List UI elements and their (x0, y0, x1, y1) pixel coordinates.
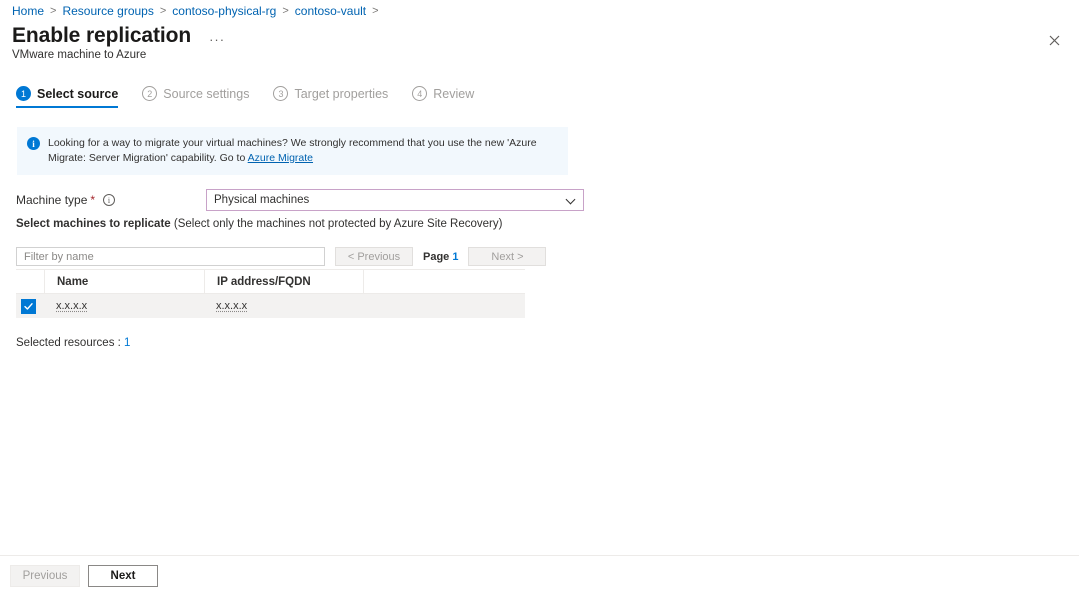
row-checkbox-cell[interactable] (16, 298, 44, 314)
tab-select-source[interactable]: 1 Select source (16, 86, 119, 108)
chevron-down-icon (566, 195, 576, 205)
select-machines-heading-note: (Select only the machines not protected … (170, 218, 503, 230)
machine-type-selected-value: Physical machines (214, 194, 310, 206)
breadcrumb-separator: > (372, 5, 379, 17)
step-label: Source settings (163, 86, 250, 101)
close-icon[interactable] (1041, 27, 1067, 53)
page-title-row: Enable replication ··· (12, 22, 225, 50)
table-header-extra (363, 270, 525, 293)
azure-migrate-link[interactable]: Azure Migrate (248, 152, 313, 164)
table-row[interactable]: x.x.x.x x.x.x.x (16, 294, 525, 318)
table-header-checkbox (16, 270, 44, 293)
table-header-name: Name (44, 270, 204, 293)
step-label: Target properties (294, 86, 389, 101)
machine-type-row: Machine type * i Physical machines (16, 189, 586, 211)
page-indicator-label: Page (423, 250, 450, 263)
info-circle-icon[interactable]: i (103, 194, 116, 206)
selected-resources-count: 1 (124, 337, 131, 349)
required-marker: * (90, 193, 96, 207)
table-header-row: Name IP address/FQDN (16, 270, 525, 294)
machine-type-label-group: Machine type * i (16, 193, 206, 207)
info-icon: i (27, 137, 40, 150)
page-subtitle: VMware machine to Azure (12, 49, 147, 61)
row-name-value: x.x.x.x (56, 300, 88, 312)
filter-and-paging-row: < Previous Page 1 Next > (16, 247, 547, 266)
breadcrumb-item-contoso-physical-rg[interactable]: contoso-physical-rg (172, 3, 276, 19)
page-title: Enable replication (12, 24, 192, 47)
row-ip-cell: x.x.x.x (204, 300, 363, 312)
tab-review[interactable]: 4 Review (412, 86, 474, 108)
breadcrumb-item-resource-groups[interactable]: Resource groups (62, 3, 153, 19)
row-name-cell: x.x.x.x (44, 300, 204, 312)
next-button[interactable]: Next (88, 565, 158, 587)
step-number-badge: 2 (142, 86, 158, 101)
previous-button[interactable]: Previous (10, 565, 80, 587)
step-label: Review (433, 86, 475, 101)
machines-table: Name IP address/FQDN x.x.x.x x.x.x.x (16, 269, 525, 318)
row-ip-value: x.x.x.x (216, 300, 248, 312)
select-machines-heading-bold: Select machines to replicate (16, 218, 171, 230)
selected-resources-summary: Selected resources : 1 (16, 337, 130, 349)
step-number-badge: 4 (412, 86, 428, 101)
wizard-steps: 1 Select source 2 Source settings 3 Targ… (16, 86, 498, 108)
tab-target-properties[interactable]: 3 Target properties (273, 86, 388, 108)
step-number-badge: 1 (16, 86, 31, 101)
select-machines-heading: Select machines to replicate (Select onl… (16, 218, 502, 230)
step-number-badge: 3 (273, 86, 289, 101)
step-label: Select source (37, 86, 119, 101)
page-indicator: Page 1 (423, 251, 458, 263)
breadcrumb-separator: > (159, 5, 167, 17)
table-header-ip-fqdn: IP address/FQDN (204, 270, 363, 293)
info-banner: i Looking for a way to migrate your virt… (17, 127, 568, 175)
tab-source-settings[interactable]: 2 Source settings (142, 86, 249, 108)
machine-type-select[interactable]: Physical machines (206, 189, 584, 211)
filter-by-name-input[interactable] (16, 247, 325, 266)
next-page-button[interactable]: Next > (468, 247, 547, 266)
breadcrumb-item-contoso-vault[interactable]: contoso-vault (295, 3, 366, 19)
previous-page-button[interactable]: < Previous (335, 247, 413, 266)
breadcrumb: Home > Resource groups > contoso-physica… (12, 3, 385, 19)
wizard-footer: Previous Next (0, 555, 1079, 596)
breadcrumb-separator: > (282, 5, 289, 17)
page-indicator-number: 1 (452, 250, 459, 263)
breadcrumb-separator: > (50, 5, 57, 17)
checkbox-checked-icon[interactable] (21, 298, 36, 314)
machine-type-label: Machine type (16, 193, 88, 207)
selected-resources-label: Selected resources : (16, 337, 125, 349)
breadcrumb-item-home[interactable]: Home (12, 3, 44, 19)
more-options-icon[interactable]: ··· (209, 32, 225, 47)
info-banner-text: Looking for a way to migrate your virtua… (48, 136, 558, 166)
